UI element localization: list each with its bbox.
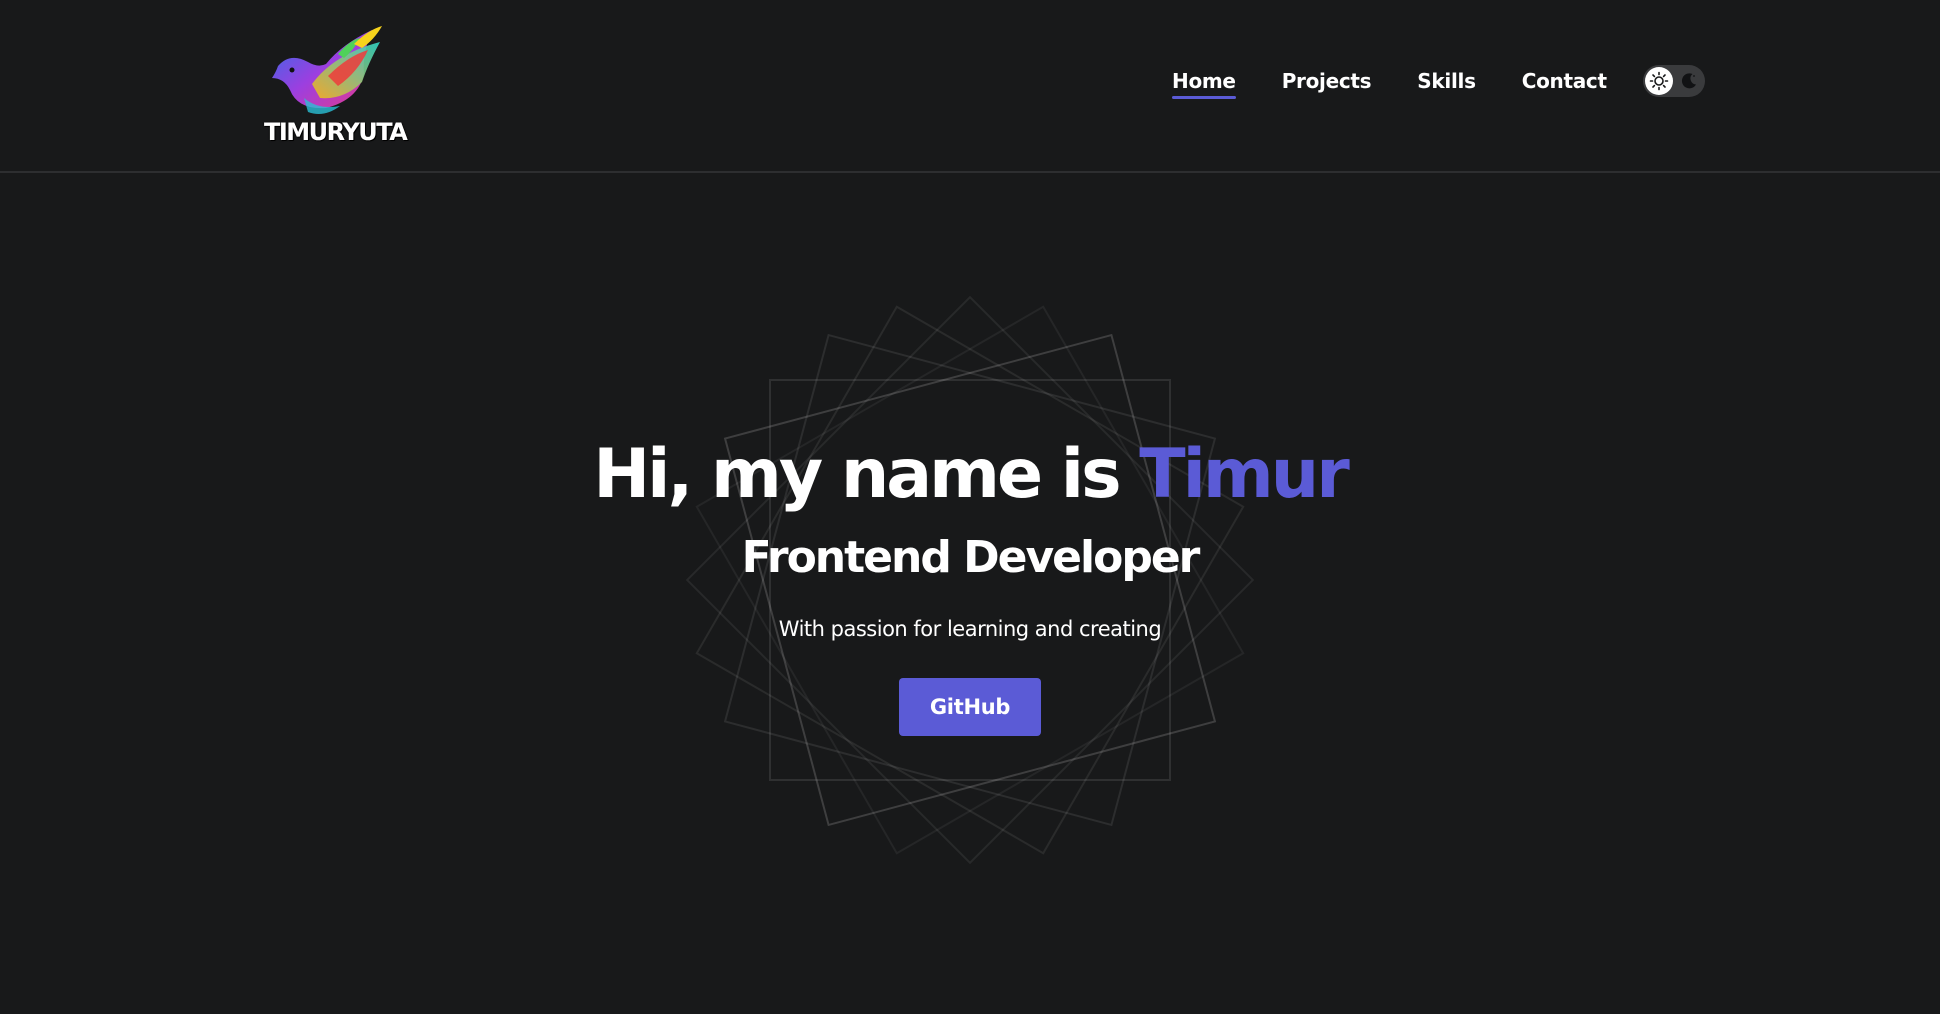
hero-title: Hi, my name is Timur <box>0 430 1940 520</box>
hero-tagline: With passion for learning and creating <box>778 617 1162 641</box>
hero-subtitle: Frontend Developer <box>741 532 1201 583</box>
hero-section: Hi, my name is Timur Frontend Developer … <box>0 430 1940 736</box>
moon-icon <box>1681 73 1696 89</box>
site-header: TIMURYUTA Home Projects Skills Contact <box>0 0 1940 173</box>
logo-text: TIMURYUTA <box>264 118 408 146</box>
hero-title-name: Timur <box>1139 435 1349 514</box>
moon-wrap <box>1677 69 1701 93</box>
nav-contact[interactable]: Contact <box>1522 69 1607 99</box>
theme-toggle[interactable] <box>1642 65 1705 97</box>
toggle-knob <box>1644 67 1673 95</box>
bird-logo-icon <box>272 26 382 114</box>
nav-projects[interactable]: Projects <box>1282 69 1372 99</box>
nav-home[interactable]: Home <box>1172 69 1236 99</box>
hero-title-prefix: Hi, my name is <box>593 435 1140 514</box>
nav-skills[interactable]: Skills <box>1417 69 1476 99</box>
github-button[interactable]: GitHub <box>899 678 1041 736</box>
main-nav: Home Projects Skills Contact <box>1172 65 1705 99</box>
sun-icon <box>1649 71 1669 91</box>
logo[interactable]: TIMURYUTA <box>264 24 408 148</box>
page: TIMURYUTA Home Projects Skills Contact H… <box>0 0 1940 1014</box>
